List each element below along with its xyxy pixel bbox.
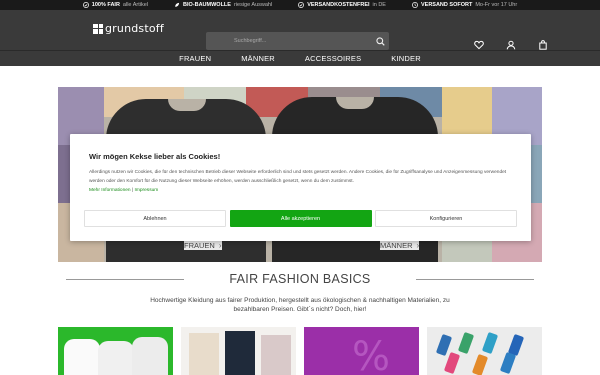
section-subtitle: Hochwertige Kleidung aus fairer Produkti… bbox=[150, 297, 450, 313]
cookie-buttons: Ablehnen Alle akzeptieren Konfigurieren bbox=[84, 210, 517, 227]
header-icons bbox=[474, 37, 548, 50]
usp-item-shipping: VERSANDKOSTENFREI in DE bbox=[298, 2, 386, 8]
usp-thin: riesige Auswahl bbox=[233, 2, 273, 8]
imprint-link[interactable]: Impressum bbox=[135, 188, 159, 193]
bag-icon[interactable] bbox=[538, 37, 548, 50]
nav-accessoires[interactable]: ACCESSOIRES bbox=[305, 54, 361, 63]
more-info-link[interactable]: Mehr Informationen bbox=[89, 188, 131, 193]
usp-bold: VERSANDKOSTENFREI bbox=[307, 2, 370, 8]
leaf-icon bbox=[175, 2, 180, 7]
site-logo[interactable]: grundstoff bbox=[93, 22, 164, 35]
configure-button[interactable]: Konfigurieren bbox=[375, 210, 517, 227]
check-circle-icon bbox=[82, 2, 89, 8]
usp-thin: in DE bbox=[372, 2, 386, 8]
hero-label-text: FRAUEN bbox=[184, 241, 215, 250]
usp-thin: alle Artikel bbox=[122, 2, 148, 8]
reject-button[interactable]: Ablehnen bbox=[84, 210, 226, 227]
heart-icon[interactable] bbox=[474, 37, 484, 50]
usp-bar: 100% FAIR alle Artikel BIO-BAUMWOLLE rie… bbox=[0, 0, 600, 10]
cookie-links: Mehr Informationen | Impressum bbox=[89, 188, 512, 193]
usp-bold: BIO-BAUMWOLLE bbox=[183, 2, 231, 8]
category-card-sale[interactable]: % bbox=[304, 327, 419, 375]
percent-icon: % bbox=[352, 334, 391, 375]
category-card-socks[interactable] bbox=[427, 327, 542, 375]
usp-bold: VERSAND SOFORT bbox=[420, 2, 473, 8]
category-cards: % bbox=[58, 327, 542, 375]
main-nav: FRAUEN MÄNNER ACCESSOIRES KINDER bbox=[0, 50, 600, 66]
search-input[interactable] bbox=[206, 38, 371, 44]
chevron-right-icon: › bbox=[218, 241, 222, 250]
hero-link-frauen[interactable]: FRAUEN › bbox=[184, 240, 222, 250]
user-icon[interactable] bbox=[506, 37, 516, 50]
hero-link-maenner[interactable]: MÄNNER › bbox=[380, 240, 420, 250]
usp-item-dispatch: VERSAND SOFORT Mo-Fr vor 17 Uhr bbox=[412, 2, 517, 8]
search-icon bbox=[375, 36, 385, 46]
section-title: FAIR FASHION BASICS bbox=[229, 272, 371, 286]
cookie-text: Allerdings nutzen wir Cookies, die für d… bbox=[89, 170, 507, 184]
clock-icon bbox=[412, 2, 418, 8]
logo-text: grundstoff bbox=[105, 22, 164, 35]
hero-label-text: MÄNNER bbox=[380, 241, 413, 250]
site-header: grundstoff bbox=[0, 10, 600, 50]
accept-all-button[interactable]: Alle akzeptieren bbox=[229, 210, 372, 227]
search-button[interactable] bbox=[371, 32, 389, 50]
usp-thin: Mo-Fr vor 17 Uhr bbox=[475, 2, 518, 8]
usp-item-fair: 100% FAIR alle Artikel bbox=[82, 2, 148, 8]
cookie-consent-dialog: Wir mögen Kekse lieber als Cookies! Alle… bbox=[70, 134, 531, 241]
usp-item-bio: BIO-BAUMWOLLE riesige Auswahl bbox=[174, 2, 272, 8]
check-circle-icon bbox=[298, 2, 305, 8]
nav-frauen[interactable]: FRAUEN bbox=[179, 54, 211, 63]
nav-maenner[interactable]: MÄNNER bbox=[241, 54, 275, 63]
nav-kinder[interactable]: KINDER bbox=[391, 54, 421, 63]
category-card-pants[interactable] bbox=[181, 327, 296, 375]
logo-mark-icon bbox=[93, 23, 103, 34]
cookie-title: Wir mögen Kekse lieber als Cookies! bbox=[89, 152, 221, 161]
search-bar bbox=[206, 32, 389, 50]
usp-bold: 100% FAIR bbox=[91, 2, 120, 8]
category-card-shirts[interactable] bbox=[58, 327, 173, 375]
chevron-right-icon: › bbox=[416, 241, 420, 250]
link-separator: | bbox=[131, 188, 134, 193]
